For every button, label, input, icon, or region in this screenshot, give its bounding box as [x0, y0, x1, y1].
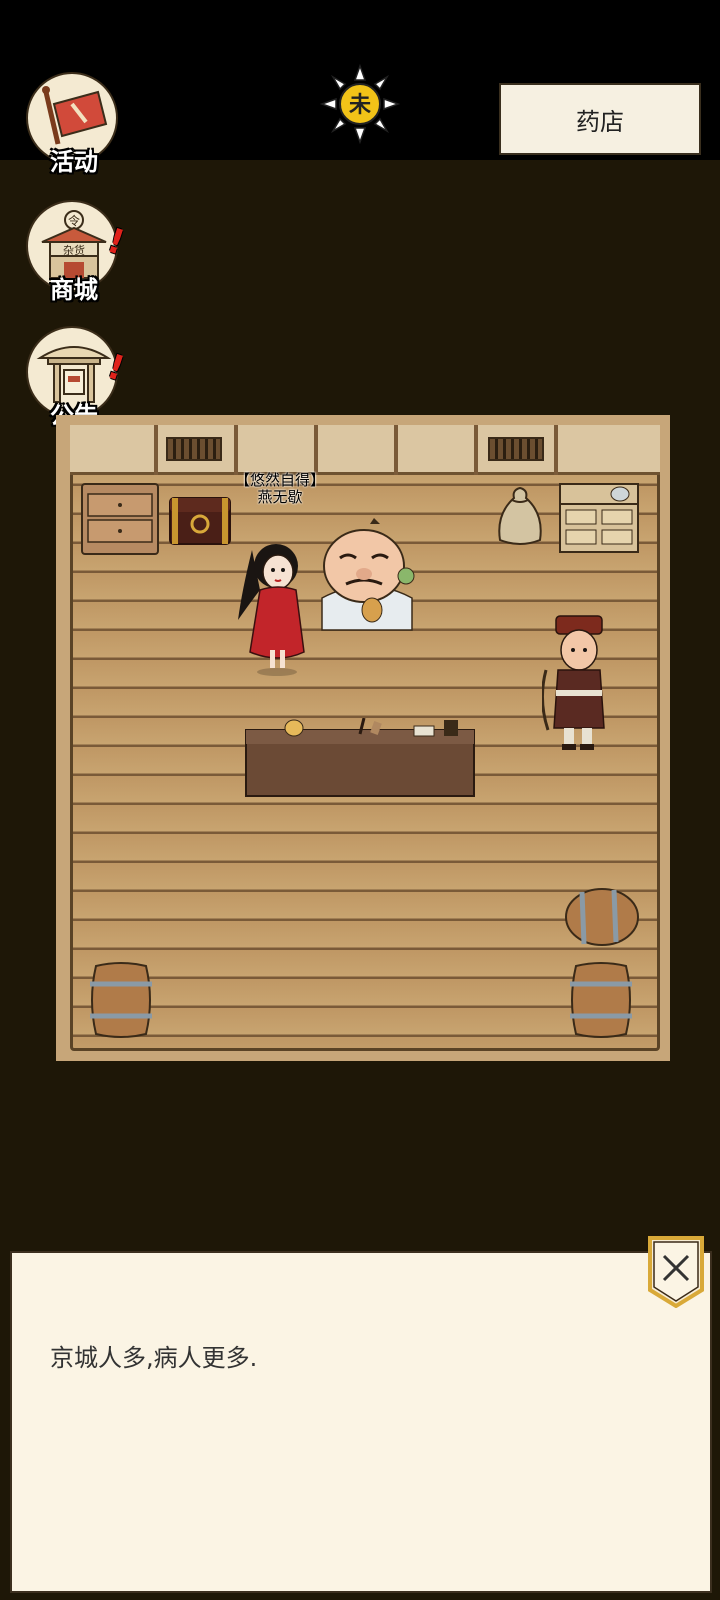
shop-counter[interactable] [244, 718, 476, 800]
activity-label: 活动 [50, 148, 98, 176]
npc-title: 【悠然自得】 [234, 471, 325, 489]
npc-name-tag: 【悠然自得】 燕无歇 [210, 472, 350, 506]
guard-npc[interactable] [542, 610, 624, 760]
location-label: 药店 [576, 107, 624, 136]
barrel-lying [565, 888, 639, 946]
shop-stall-sign: 杂货 [63, 243, 85, 257]
activity-button[interactable]: 活动 [26, 72, 122, 182]
medicine-drawers [559, 483, 639, 553]
wall-beam [474, 425, 478, 475]
wall-beam [394, 425, 398, 475]
shop-roof-glyph: 令 [68, 213, 80, 228]
player-character-woman[interactable] [232, 530, 322, 680]
time-of-day-sun-icon[interactable]: 未 [320, 64, 400, 144]
npc-name: 燕无歇 [257, 488, 303, 506]
dialog-text: 京城人多,病人更多. [50, 1344, 258, 1372]
wall-beam [154, 425, 158, 475]
barrel-left [90, 962, 152, 1038]
close-x-icon[interactable] [646, 1236, 706, 1308]
back-wall [70, 425, 660, 475]
wall-beam [314, 425, 318, 475]
wall-beam [554, 425, 558, 475]
shop-label: 商城 [50, 276, 98, 304]
medicine-sack [498, 486, 542, 545]
time-badge-text: 未 [349, 93, 371, 118]
wall-vent [166, 437, 222, 461]
barrel-right [570, 962, 632, 1038]
wall-beam [234, 425, 238, 475]
wall-vent [488, 437, 544, 461]
shopkeeper-npc[interactable] [312, 518, 422, 636]
drawer-cabinet [81, 483, 159, 555]
location-title: 药店 [499, 83, 701, 155]
dialog-panel: 京城人多,病人更多. [10, 1251, 712, 1593]
shop-button[interactable]: 令 杂货 ! 商城 [26, 200, 130, 310]
